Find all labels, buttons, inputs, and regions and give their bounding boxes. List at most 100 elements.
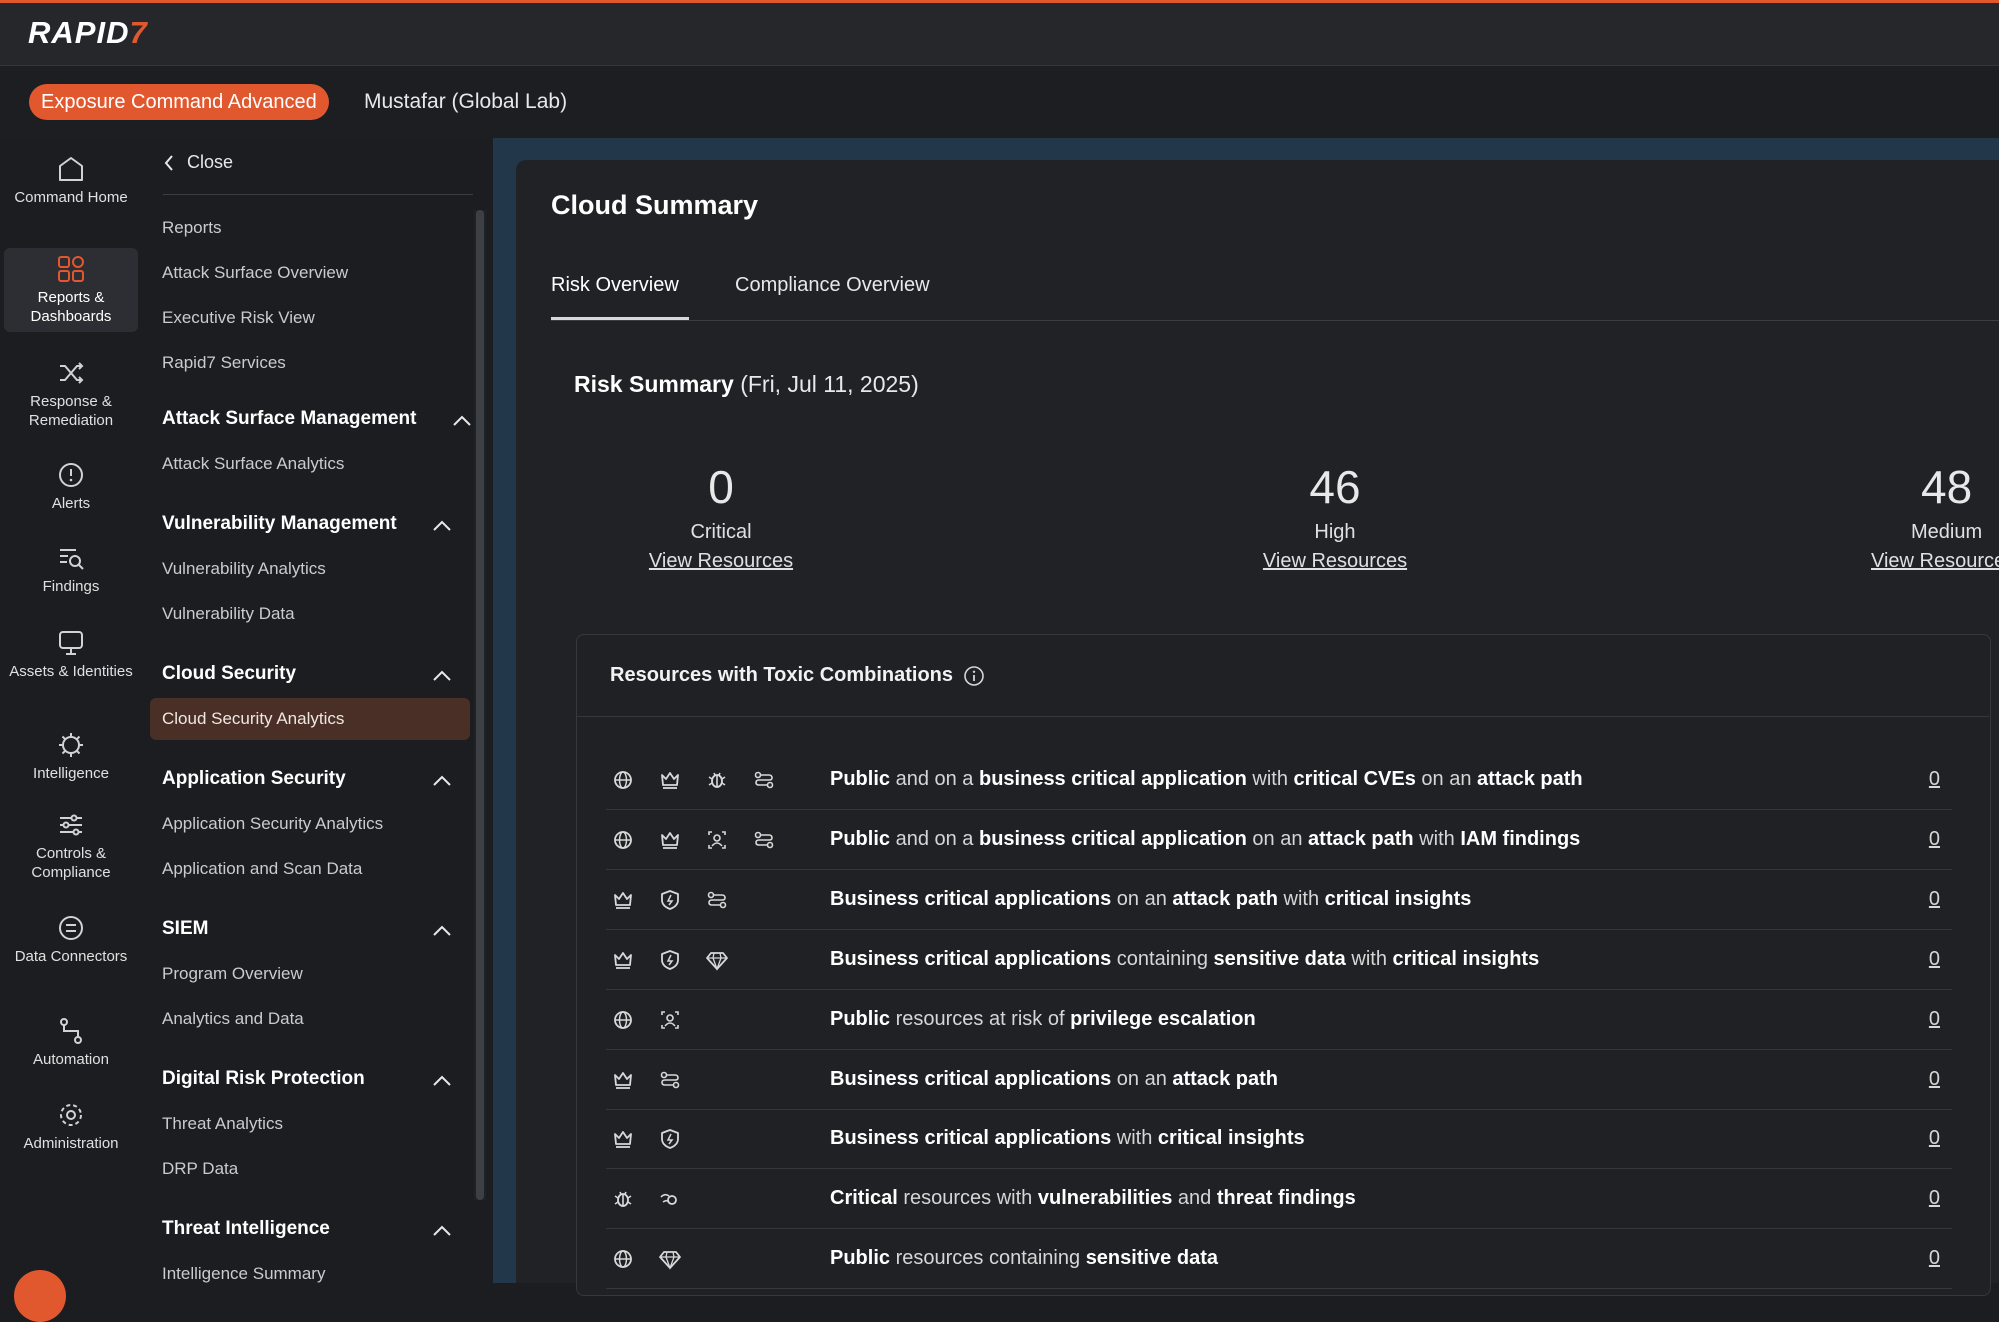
product-badge[interactable]: Exposure Command Advanced [29, 84, 329, 120]
nav-cloud-security-analytics[interactable]: Cloud Security Analytics [162, 709, 344, 729]
rail-assets-identities[interactable]: Assets & Identities [4, 628, 138, 708]
rail-automation[interactable]: Automation [4, 1016, 138, 1076]
toxic-row[interactable]: Critical resources with vulnerabilities … [606, 1169, 1952, 1230]
row-count-link[interactable]: 0 [1929, 828, 1940, 851]
row-description: Business critical applications on an att… [830, 1068, 1278, 1091]
row-count-link[interactable]: 0 [1929, 768, 1940, 791]
close-label: Close [187, 152, 234, 172]
chevron-up-icon[interactable] [451, 414, 473, 428]
tab-compliance-overview[interactable]: Compliance Overview [735, 274, 930, 297]
nav-program-overview[interactable]: Program Overview [162, 964, 303, 984]
page-title: Cloud Summary [551, 190, 759, 220]
toxic-row[interactable]: Public and on a business critical applic… [606, 810, 1952, 870]
nav-executive-risk-view[interactable]: Executive Risk View [162, 308, 315, 328]
nav-attack-surface-analytics[interactable]: Attack Surface Analytics [162, 454, 344, 474]
connector-icon [59, 916, 83, 940]
nav-section-threat-intelligence[interactable]: Threat Intelligence [162, 1218, 330, 1240]
nav-section-drp[interactable]: Digital Risk Protection [162, 1068, 365, 1090]
risk-summary-date: (Fri, Jul 11, 2025) [740, 371, 919, 397]
plain-text: resources containing [890, 1247, 1086, 1270]
view-resources-link[interactable]: View Resources [621, 550, 821, 573]
view-resources-link[interactable]: View Resources [1849, 550, 1999, 573]
nav-section-vm[interactable]: Vulnerability Management [162, 513, 397, 535]
chevron-up-icon[interactable] [431, 669, 453, 683]
nav-analytics-and-data[interactable]: Analytics and Data [162, 1009, 304, 1029]
nav-intelligence-summary[interactable]: Intelligence Summary [162, 1264, 325, 1284]
nav-application-scan-data[interactable]: Application and Scan Data [162, 859, 362, 879]
nav-section-asm[interactable]: Attack Surface Management [162, 408, 416, 430]
chevron-up-icon[interactable] [431, 1224, 453, 1238]
alert-icon [59, 463, 83, 487]
path-icon [747, 823, 781, 857]
emphasis-text: sensitive data [1213, 947, 1346, 970]
rail-controls-compliance[interactable]: Controls & Compliance [4, 810, 138, 890]
rail-alerts[interactable]: Alerts [4, 460, 138, 520]
rail-label: Reports & Dashboards [30, 289, 112, 325]
rail-intelligence[interactable]: Intelligence [4, 730, 138, 790]
emphasis-text: threat findings [1216, 1187, 1356, 1210]
row-count-link[interactable]: 0 [1929, 1247, 1940, 1270]
row-count-link[interactable]: 0 [1929, 1068, 1940, 1091]
user-scan-icon [700, 823, 734, 857]
subnav-scrollbar-thumb[interactable] [476, 210, 484, 1200]
help-launcher-button[interactable] [14, 1270, 66, 1322]
row-count-link[interactable]: 0 [1929, 1008, 1940, 1031]
rail-data-connectors[interactable]: Data Connectors [4, 913, 138, 993]
chevron-up-icon[interactable] [431, 1074, 453, 1088]
toxic-row[interactable]: Business critical applications on an att… [606, 870, 1952, 930]
row-count-link[interactable]: 0 [1929, 1127, 1940, 1150]
nav-section-cloud-security[interactable]: Cloud Security [162, 663, 296, 685]
toxic-row[interactable]: Public and on a business critical applic… [606, 750, 1952, 810]
chevron-up-icon[interactable] [431, 519, 453, 533]
row-count-link[interactable]: 0 [1929, 1187, 1940, 1210]
nav-application-security-analytics[interactable]: Application Security Analytics [162, 814, 383, 834]
gem-icon [653, 1242, 687, 1276]
chevron-up-icon[interactable] [431, 774, 453, 788]
nav-vulnerability-analytics[interactable]: Vulnerability Analytics [162, 559, 326, 579]
emphasis-text: Public [830, 768, 891, 790]
tab-risk-overview[interactable]: Risk Overview [551, 274, 679, 297]
toxic-row[interactable]: Public resources at risk of privilege es… [606, 990, 1952, 1050]
view-resources-link[interactable]: View Resources [1235, 550, 1435, 573]
nav-drp-data[interactable]: DRP Data [162, 1159, 238, 1179]
nav-section-siem[interactable]: SIEM [162, 918, 208, 940]
nav-attack-surface-overview[interactable]: Attack Surface Overview [162, 263, 348, 283]
chevron-up-icon[interactable] [431, 924, 453, 938]
close-subnav-button[interactable]: Close [163, 152, 233, 173]
crown-icon [653, 823, 687, 857]
row-description: Public resources at risk of privilege es… [830, 1008, 1256, 1031]
rail-findings[interactable]: Findings [4, 543, 138, 603]
nav-reports[interactable]: Reports [162, 218, 222, 238]
rapid7-logo[interactable]: RAPID7 [28, 15, 148, 51]
shield-icon [653, 943, 687, 977]
toxic-row[interactable]: Public resources containing sensitive da… [606, 1229, 1952, 1290]
rail-administration[interactable]: Administration [4, 1100, 138, 1160]
org-selector[interactable]: Mustafar (Global Lab) [364, 90, 567, 114]
row-description: Business critical applications with crit… [830, 1127, 1305, 1150]
toxic-row[interactable]: Business critical applications on an att… [606, 1050, 1952, 1110]
rail-command-home[interactable]: Command Home [4, 154, 138, 234]
risk-summary-label: Risk Summary [574, 371, 734, 397]
emphasis-text: critical insights [1324, 887, 1472, 910]
globe-icon [606, 1003, 640, 1037]
monitor-icon [59, 631, 83, 655]
nav-rapid7-services[interactable]: Rapid7 Services [162, 353, 286, 373]
rail-label: Data Connectors [14, 948, 128, 965]
info-icon[interactable] [963, 665, 985, 687]
row-count-link[interactable]: 0 [1929, 948, 1940, 971]
row-count-link[interactable]: 0 [1929, 888, 1940, 911]
rail-response-remediation[interactable]: Response & Remediation [4, 358, 138, 438]
toxic-row[interactable]: Business critical applications containin… [606, 930, 1952, 990]
nav-vulnerability-data[interactable]: Vulnerability Data [162, 604, 295, 624]
divider [163, 194, 473, 195]
row-description: Business critical applications containin… [830, 948, 1539, 971]
shield-icon [653, 883, 687, 917]
nav-section-application-security[interactable]: Application Security [162, 768, 346, 790]
rail-reports-dashboards[interactable]: Reports & Dashboards [4, 248, 138, 332]
rail-label: Response & Remediation [28, 393, 114, 429]
emphasis-text: sensitive data [1085, 1247, 1218, 1270]
nav-threat-analytics[interactable]: Threat Analytics [162, 1114, 283, 1134]
toxic-row[interactable]: Business critical applications with crit… [606, 1109, 1952, 1170]
emphasis-text: Public [830, 1007, 891, 1030]
home-icon [59, 157, 83, 181]
